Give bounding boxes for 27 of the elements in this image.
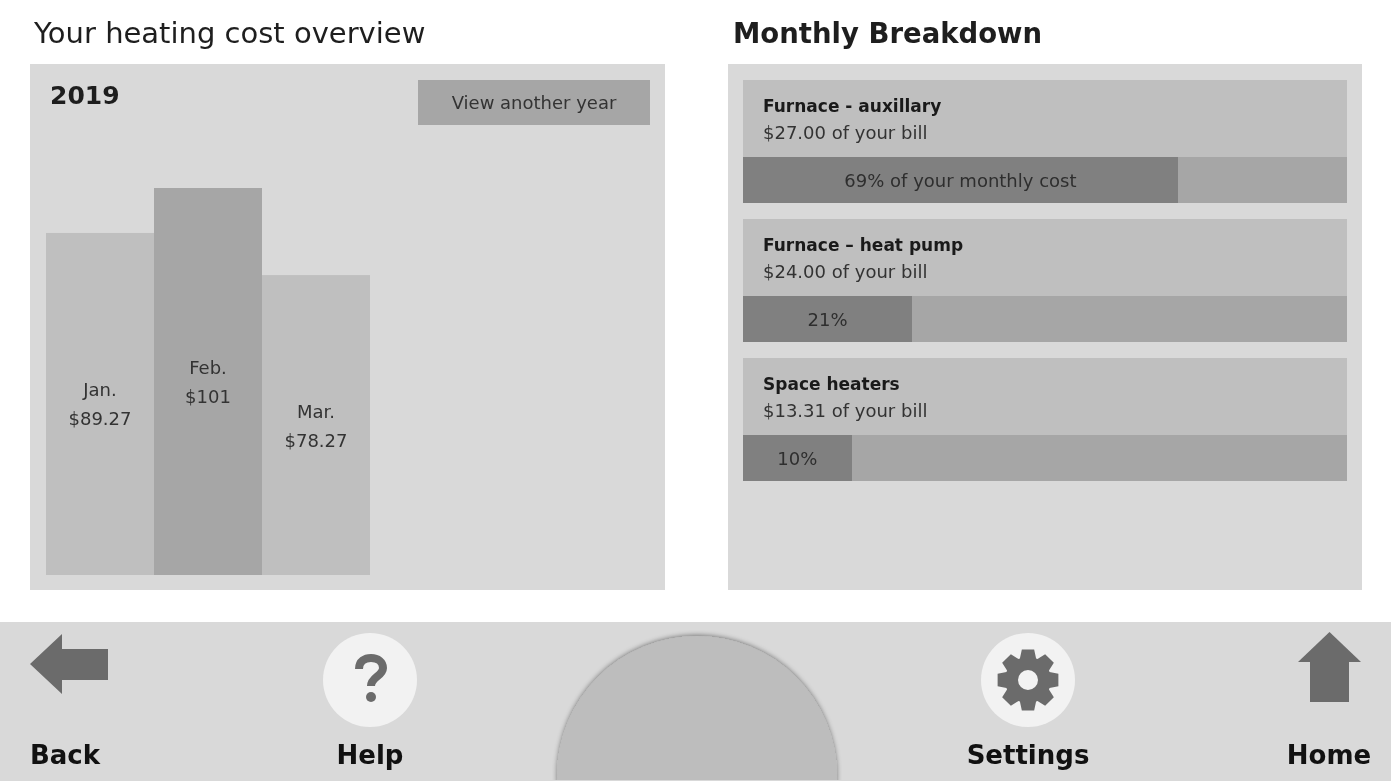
- help-button[interactable]: Help: [308, 632, 432, 773]
- item-name: Furnace – heat pump: [763, 234, 965, 257]
- home-icon: [1297, 632, 1361, 702]
- bar-value-label: $78.27: [284, 429, 348, 451]
- item-amount: $24.00 of your bill: [763, 260, 929, 284]
- section-title: Your heating cost overview: [34, 15, 426, 52]
- settings-button[interactable]: Settings: [958, 632, 1098, 773]
- item-amount: $27.00 of your bill: [763, 121, 929, 145]
- percent-label: 69% of your monthly cost: [844, 169, 1077, 191]
- settings-icon: [981, 633, 1075, 727]
- item-amount: $13.31 of your bill: [763, 399, 929, 423]
- bar-month-label: Feb.: [189, 357, 227, 378]
- percent-label: 10%: [777, 447, 818, 469]
- item-name: Space heaters: [763, 373, 901, 396]
- bar-month-label: Jan.: [83, 379, 117, 401]
- view-year-button[interactable]: View another year: [418, 80, 650, 125]
- section-title: Monthly Breakdown: [733, 16, 1043, 51]
- year-label: 2019: [50, 80, 120, 112]
- item-name: Furnace - auxillary: [763, 95, 943, 118]
- bar-month-label: Mar.: [297, 400, 335, 422]
- help-icon: [323, 633, 417, 727]
- back-arrow-icon: [30, 634, 108, 694]
- bar-value-label: $101: [185, 386, 231, 407]
- home-button[interactable]: Home: [1279, 632, 1379, 773]
- bar-value-label: $89.27: [68, 408, 132, 430]
- back-button[interactable]: Back: [30, 632, 108, 773]
- percent-label: 21%: [807, 308, 848, 330]
